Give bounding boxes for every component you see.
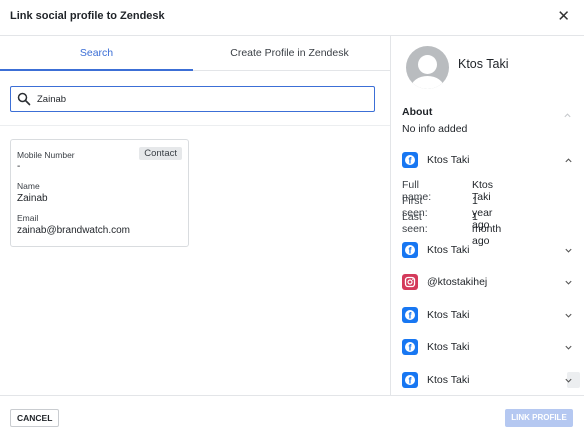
network-name: Ktos Taki — [427, 309, 470, 321]
profile-name: Ktos Taki — [458, 57, 509, 71]
avatar — [406, 46, 449, 89]
chevron-down-icon — [565, 313, 572, 318]
tab-create-profile[interactable]: Create Profile in Zendesk — [193, 36, 386, 71]
chevron-down-icon — [565, 378, 572, 383]
network-row[interactable]: f Ktos Taki — [391, 238, 584, 262]
search-box[interactable] — [10, 86, 375, 112]
profile-panel: Ktos Taki About No info added f Ktos Tak… — [390, 36, 584, 395]
contact-card[interactable]: Contact Mobile Number - Name Zainab Emai… — [10, 139, 189, 247]
contact-badge: Contact — [139, 147, 182, 160]
chevron-down-icon — [565, 345, 572, 350]
link-profile-button[interactable]: LINK PROFILE — [505, 409, 573, 427]
divider — [0, 125, 390, 126]
dialog-header: Link social profile to Zendesk ✕ — [0, 0, 584, 36]
mobile-number-value: - — [17, 161, 21, 172]
chevron-down-icon — [565, 248, 572, 253]
mobile-number-label: Mobile Number — [17, 150, 75, 160]
cancel-button[interactable]: CANCEL — [10, 409, 60, 427]
search-icon — [17, 92, 31, 106]
name-label: Name — [17, 181, 40, 191]
tab-bar: Search Create Profile in Zendesk — [0, 36, 390, 71]
facebook-icon: f — [402, 307, 418, 323]
dialog-footer: CANCEL LINK PROFILE — [0, 395, 584, 438]
dialog-title: Link social profile to Zendesk — [10, 10, 165, 22]
network-name: Ktos Taki — [427, 341, 470, 353]
close-icon[interactable]: ✕ — [557, 9, 570, 24]
email-value: zainab@brandwatch.com — [17, 225, 130, 236]
network-name: Ktos Taki — [427, 244, 470, 256]
network-name: Ktos Taki — [427, 154, 470, 166]
facebook-icon: f — [402, 242, 418, 258]
facebook-icon: f — [402, 152, 418, 168]
search-pane: Search Create Profile in Zendesk Contact… — [0, 36, 390, 395]
chevron-down-icon — [565, 280, 572, 285]
network-name: Ktos Taki — [427, 374, 470, 386]
search-input[interactable] — [37, 90, 367, 108]
instagram-icon — [402, 274, 418, 290]
about-title: About — [402, 106, 433, 118]
name-value: Zainab — [17, 193, 48, 204]
about-text: No info added — [402, 123, 468, 135]
tab-search[interactable]: Search — [0, 36, 193, 71]
avatar-head — [418, 55, 437, 74]
network-row[interactable]: @ktostakihej — [391, 270, 584, 294]
network-row[interactable]: f Ktos Taki — [391, 303, 584, 327]
facebook-icon: f — [402, 339, 418, 355]
network-row[interactable]: f Ktos Taki — [391, 148, 584, 172]
detail-key: Last seen: — [402, 211, 428, 235]
facebook-icon: f — [402, 372, 418, 388]
email-label: Email — [17, 213, 39, 223]
network-name: @ktostakihej — [427, 276, 488, 288]
network-row[interactable]: f Ktos Taki — [391, 335, 584, 359]
chevron-up-icon[interactable] — [563, 111, 572, 120]
network-row[interactable]: f Ktos Taki — [391, 368, 584, 392]
chevron-up-icon — [565, 158, 572, 163]
avatar-body — [411, 76, 444, 89]
